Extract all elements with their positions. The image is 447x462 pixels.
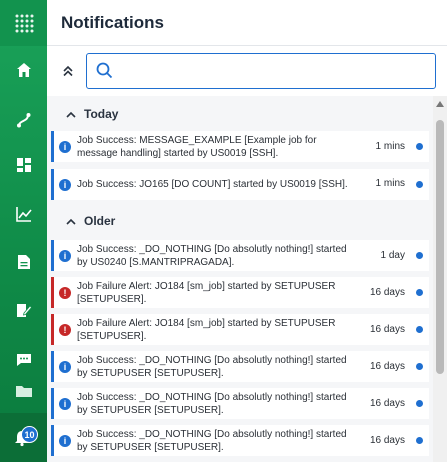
error-icon: !	[59, 287, 71, 299]
notification-time: 16 days	[369, 324, 405, 335]
info-icon: i	[59, 398, 71, 410]
notification-message: Job Success: _DO_NOTHING [Do absolutly n…	[77, 429, 347, 453]
error-icon: !	[59, 324, 71, 336]
notification-message: Job Failure Alert: JO184 [sm_job] starte…	[77, 281, 336, 305]
info-icon: i	[59, 250, 71, 262]
notification-message: Job Success: _DO_NOTHING [Do absolutly n…	[77, 392, 347, 416]
notification-item[interactable]: i Job Success: _DO_NOTHING [Do absolutly…	[51, 388, 429, 419]
notification-time: 1 mins	[375, 178, 405, 189]
section-label: Today	[84, 107, 119, 121]
nav-documents[interactable]	[0, 244, 47, 280]
left-nav-rail: 10	[0, 0, 47, 462]
notification-time: 16 days	[369, 435, 405, 446]
info-icon: i	[59, 435, 71, 447]
search-input[interactable]	[120, 60, 420, 82]
chat-icon	[16, 354, 31, 366]
scrollbar-thumb[interactable]	[436, 120, 444, 374]
notifications-panel: Notifications Today i Job Success: MESSA…	[47, 0, 447, 462]
notification-item[interactable]: i Job Success: JO165 [DO COUNT] started …	[51, 169, 429, 200]
chevron-up-icon	[66, 218, 76, 225]
unread-dot-icon[interactable]	[416, 326, 423, 333]
unread-dot-icon[interactable]	[416, 143, 423, 150]
scroll-up-arrow-icon[interactable]	[436, 101, 444, 107]
info-icon: i	[59, 179, 71, 191]
double-chevron-up-icon	[63, 65, 73, 77]
edit-document-icon	[16, 304, 32, 317]
dashboard-icon	[16, 158, 31, 172]
chart-icon	[15, 207, 32, 222]
panel-header: Notifications	[47, 0, 447, 46]
unread-dot-icon[interactable]	[416, 363, 423, 370]
notification-message: Job Success: JO165 [DO COUNT] started by…	[77, 179, 348, 190]
chevron-up-icon	[66, 111, 76, 118]
search-box[interactable]	[86, 53, 436, 89]
notifications-list: Today i Job Success: MESSAGE_EXAMPLE [Ex…	[47, 96, 433, 462]
search-icon	[96, 62, 113, 79]
notification-item[interactable]: i Job Success: _DO_NOTHING [Do absolutly…	[51, 425, 429, 456]
info-icon: i	[59, 361, 71, 373]
notification-message: Job Success: _DO_NOTHING [Do absolutly n…	[77, 244, 347, 268]
unread-dot-icon[interactable]	[416, 181, 423, 188]
apps-grid-button[interactable]	[0, 0, 47, 46]
scrollbar[interactable]	[433, 96, 447, 462]
notification-time: 16 days	[369, 287, 405, 298]
notification-item[interactable]: ! Job Failure Alert: JO184 [sm_job] star…	[51, 314, 429, 345]
notification-time: 16 days	[369, 398, 405, 409]
notification-item[interactable]: i Job Success: MESSAGE_EXAMPLE [Example …	[51, 131, 429, 162]
folder-icon	[15, 386, 32, 397]
unread-dot-icon[interactable]	[416, 400, 423, 407]
notification-message: Job Success: _DO_NOTHING [Do absolutly n…	[77, 355, 347, 379]
notification-message: Job Failure Alert: JO184 [sm_job] starte…	[77, 318, 336, 342]
nav-files[interactable]	[0, 373, 47, 409]
section-header-older[interactable]: Older	[47, 206, 433, 236]
nav-reports[interactable]	[0, 196, 47, 232]
search-row	[47, 46, 447, 96]
nav-dashboard[interactable]	[0, 147, 47, 183]
info-icon: i	[59, 141, 71, 153]
notification-item[interactable]: ! Job Failure Alert: JO184 [sm_job] star…	[51, 277, 429, 308]
notification-time: 16 days	[369, 361, 405, 372]
home-icon	[16, 63, 31, 77]
unread-dot-icon[interactable]	[416, 437, 423, 444]
notification-time: 1 day	[380, 250, 405, 261]
section-label: Older	[84, 214, 116, 228]
document-icon	[17, 255, 30, 269]
section-header-today[interactable]: Today	[47, 99, 433, 129]
nav-home[interactable]	[0, 52, 47, 88]
workflow-icon	[16, 113, 30, 128]
unread-dot-icon[interactable]	[416, 289, 423, 296]
notification-item[interactable]: i Job Success: _DO_NOTHING [Do absolutly…	[51, 240, 429, 271]
notification-time: 1 mins	[375, 141, 405, 152]
apps-grid-icon	[15, 14, 33, 33]
collapse-all-button[interactable]	[59, 62, 77, 80]
page-title: Notifications	[61, 13, 164, 32]
nav-edit-documents[interactable]	[0, 292, 47, 328]
nav-workflow[interactable]	[0, 102, 47, 138]
notification-count-badge: 10	[21, 426, 38, 443]
unread-dot-icon[interactable]	[416, 252, 423, 259]
notification-message: Job Success: MESSAGE_EXAMPLE [Example jo…	[77, 135, 317, 159]
notification-item[interactable]: i Job Success: _DO_NOTHING [Do absolutly…	[51, 351, 429, 382]
